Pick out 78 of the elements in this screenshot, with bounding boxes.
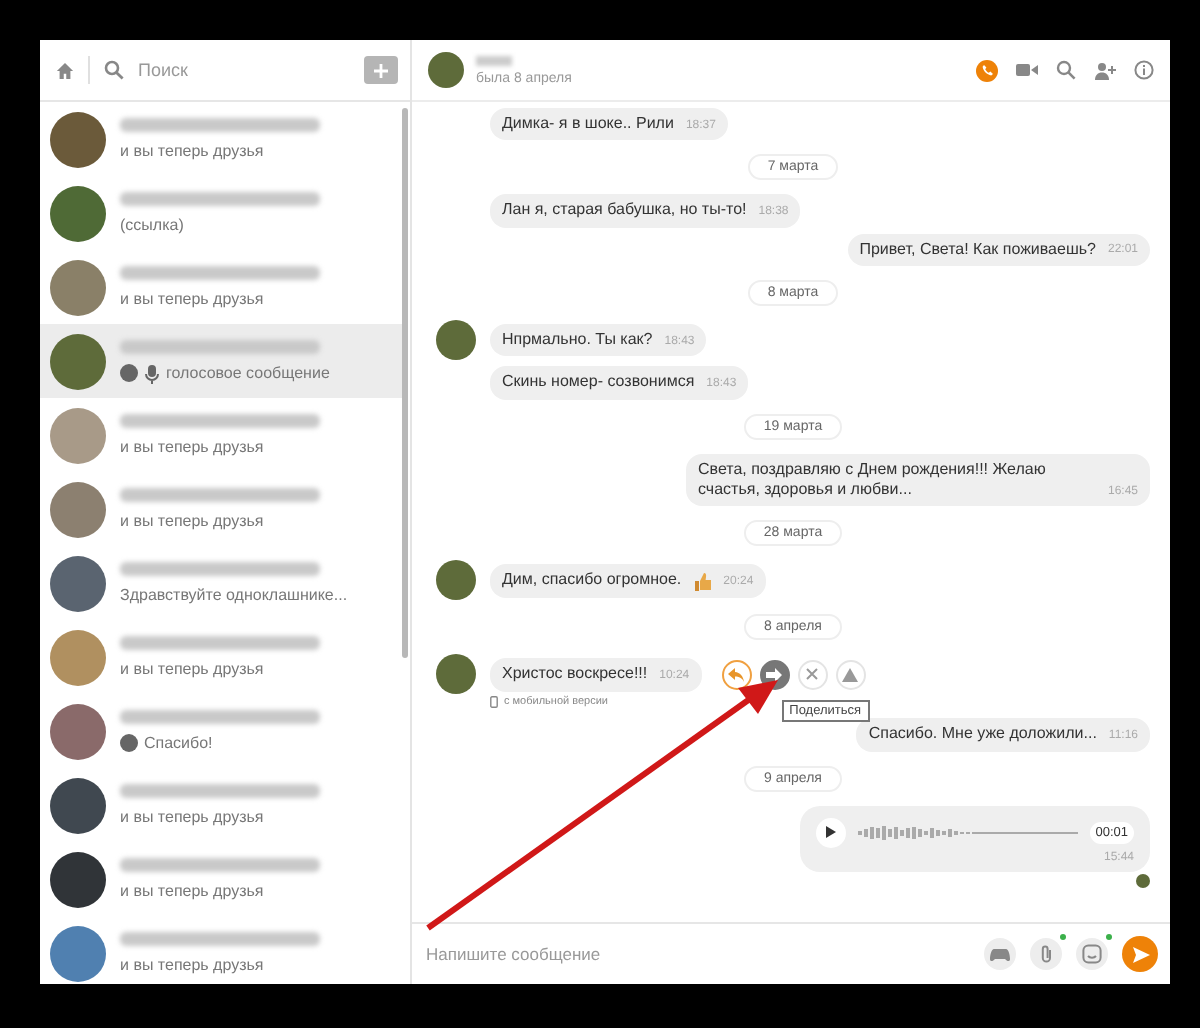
phone-icon xyxy=(490,696,498,709)
message-preview: голосовое сообщение xyxy=(166,364,330,382)
thumbs-up-icon xyxy=(693,571,712,592)
send-button[interactable] xyxy=(1122,936,1158,972)
microphone-icon xyxy=(144,363,160,383)
contact-item[interactable]: голосовое сообщение xyxy=(40,324,402,398)
avatar xyxy=(50,259,106,315)
search-icon xyxy=(104,60,124,80)
avatar-icon xyxy=(120,364,138,382)
search-icon[interactable] xyxy=(1056,60,1076,80)
avatar xyxy=(50,185,106,241)
notification-dot xyxy=(1060,934,1066,940)
message-preview: и вы теперь друзья xyxy=(120,808,264,826)
message-preview: и вы теперь друзья xyxy=(120,290,264,308)
phone-icon xyxy=(981,64,993,76)
avatar xyxy=(50,851,106,907)
contact-avatar xyxy=(436,560,476,601)
share-arrow-icon xyxy=(766,667,783,682)
message-preview: и вы теперь друзья xyxy=(120,512,264,530)
contact-item[interactable]: и вы теперь друзья xyxy=(40,916,402,984)
message-preview: и вы теперь друзья xyxy=(120,142,264,160)
blurred-name xyxy=(476,55,512,65)
add-button[interactable] xyxy=(364,56,398,84)
warning-icon xyxy=(842,667,859,682)
games-button[interactable] xyxy=(984,938,1016,970)
contact-item[interactable]: и вы теперь друзья xyxy=(40,250,402,324)
avatar xyxy=(50,703,106,759)
avatar xyxy=(50,481,106,537)
avatar xyxy=(50,777,106,833)
contact-item[interactable]: и вы теперь друзья xyxy=(40,842,402,916)
message-preview: Здравствуйте одноклашнике... xyxy=(120,586,348,604)
avatar xyxy=(50,925,106,981)
contact-item[interactable]: и вы теперь друзья xyxy=(40,102,402,176)
avatar xyxy=(50,555,106,611)
message-preview: и вы теперь друзья xyxy=(120,660,264,678)
report-button[interactable] xyxy=(835,659,866,690)
play-icon xyxy=(825,826,836,839)
delete-button[interactable] xyxy=(797,659,828,690)
gamepad-icon xyxy=(990,947,1010,961)
reply-button[interactable] xyxy=(721,659,752,690)
smiley-icon xyxy=(1082,944,1102,964)
emoji-button[interactable] xyxy=(1076,938,1108,970)
search-field[interactable]: Поиск xyxy=(138,60,350,80)
contact-item[interactable]: и вы теперь друзья xyxy=(40,620,402,694)
message-preview: (ссылка) xyxy=(120,216,184,234)
message-preview: Спасибо! xyxy=(144,734,213,752)
message-preview: и вы теперь друзья xyxy=(120,438,264,456)
play-button[interactable] xyxy=(815,817,846,848)
add-user-icon[interactable] xyxy=(1094,61,1116,79)
info-icon[interactable] xyxy=(1134,60,1154,80)
contact-item[interactable]: Здравствуйте одноклашнике... xyxy=(40,546,402,620)
contact-avatar xyxy=(436,320,476,361)
avatar xyxy=(50,407,106,463)
plus-icon xyxy=(374,63,388,77)
contact-item[interactable]: и вы теперь друзья xyxy=(40,472,402,546)
video-camera-icon[interactable] xyxy=(1016,62,1038,78)
reply-arrow-icon xyxy=(728,667,745,682)
avatar xyxy=(50,629,106,685)
message-field[interactable]: Напишите сообщение xyxy=(422,942,970,966)
scrollbar[interactable] xyxy=(402,108,408,658)
send-icon xyxy=(1131,945,1149,963)
message-preview: и вы теперь друзья xyxy=(120,882,264,900)
contact-item[interactable]: Спасибо! xyxy=(40,694,402,768)
close-icon xyxy=(806,668,819,681)
avatar xyxy=(50,333,106,389)
message-preview: и вы теперь друзья xyxy=(120,956,264,974)
notification-dot xyxy=(1106,934,1112,940)
contact-avatar[interactable] xyxy=(428,52,464,88)
contact-item[interactable]: и вы теперь друзья xyxy=(40,398,402,472)
contact-item[interactable]: (ссылка) xyxy=(40,176,402,250)
contact-avatar xyxy=(436,654,476,695)
paperclip-icon xyxy=(1039,944,1053,964)
contact-item[interactable]: и вы теперь друзья xyxy=(40,768,402,842)
call-button[interactable] xyxy=(976,59,998,81)
home-icon[interactable] xyxy=(56,61,74,79)
avatar xyxy=(50,111,106,167)
attach-button[interactable] xyxy=(1030,938,1062,970)
avatar-icon xyxy=(120,734,138,752)
